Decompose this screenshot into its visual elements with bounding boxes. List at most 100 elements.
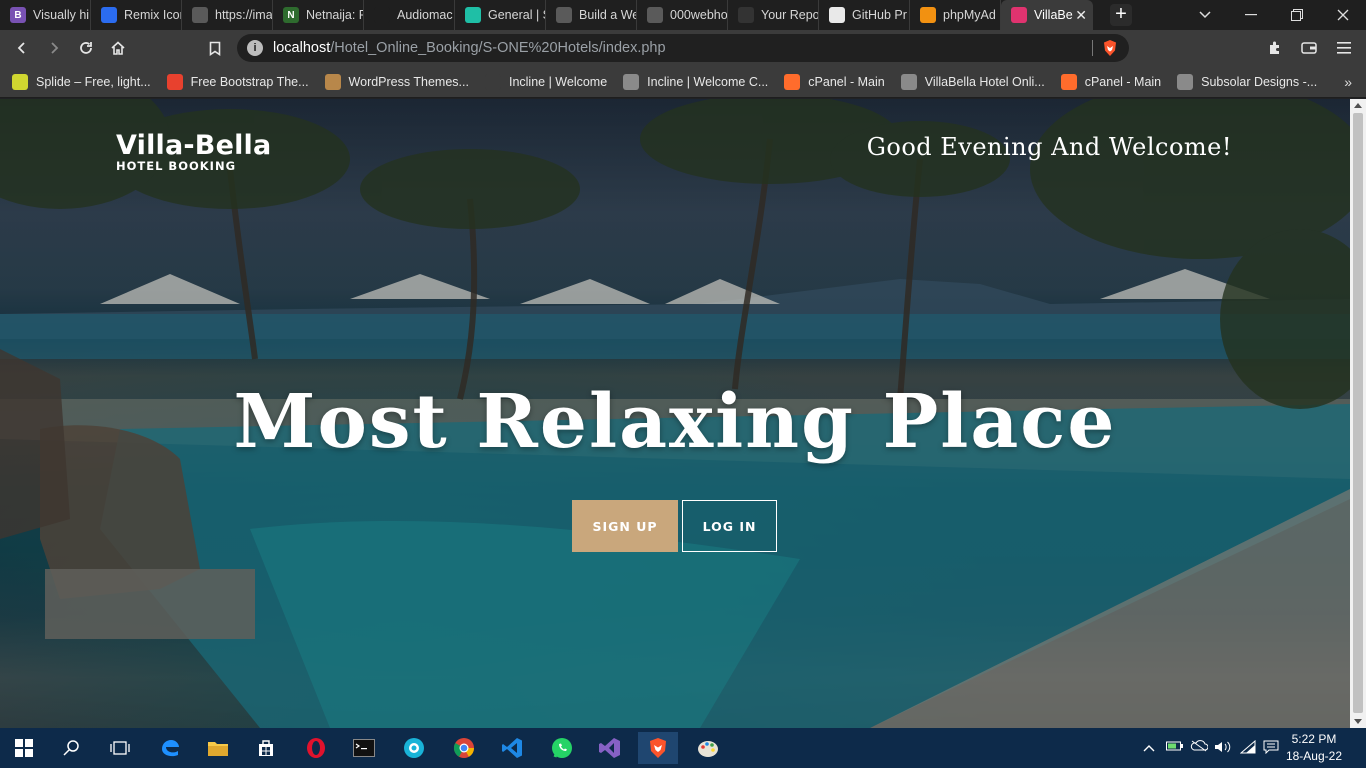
task-view-icon[interactable]: [100, 732, 140, 764]
bookmark-item[interactable]: Incline | Welcome C...: [623, 73, 769, 90]
browser-tab[interactable]: Build a We: [546, 0, 637, 30]
greeting-text: Good Evening And Welcome!: [866, 133, 1232, 161]
visual-studio-icon[interactable]: [590, 732, 630, 764]
splide-icon: [12, 73, 28, 90]
brave-shields-icon[interactable]: [1101, 39, 1119, 57]
villabella-icon: [1011, 7, 1027, 23]
sign-up-button[interactable]: SIGN UP: [572, 500, 678, 552]
browser-tab[interactable]: GitHub Pr: [819, 0, 910, 30]
omnibox-divider: [1092, 40, 1093, 56]
cpanel-icon: [1060, 73, 1077, 90]
bookmark-item[interactable]: Splide – Free, light...: [12, 73, 151, 90]
store-icon[interactable]: [246, 732, 286, 764]
browser-tab[interactable]: VillaBe ✕: [1001, 0, 1093, 30]
address-host: localhost: [273, 40, 331, 56]
wifi-icon[interactable]: [1239, 739, 1256, 757]
forward-icon[interactable]: [42, 36, 66, 60]
scrollbar-thumb[interactable]: [1353, 113, 1363, 713]
browser-tab[interactable]: N Netnaija: F: [273, 0, 364, 30]
brave-icon[interactable]: [638, 732, 678, 764]
search-icon[interactable]: [52, 732, 92, 764]
tab-label: Netnaija: F: [306, 8, 363, 22]
bookmark-item[interactable]: cPanel - Main: [1060, 73, 1161, 90]
globe-icon: [900, 73, 917, 90]
close-tab-icon[interactable]: ✕: [1075, 7, 1087, 24]
action-center-icon[interactable]: [1263, 740, 1279, 757]
bookmark-item[interactable]: cPanel - Main: [784, 73, 885, 90]
tab-label: 000webho: [670, 8, 727, 22]
show-hidden-icons-icon[interactable]: [1143, 740, 1155, 755]
restore-button[interactable]: [1274, 0, 1320, 30]
remix-icon: [101, 7, 117, 23]
bookmark-label: cPanel - Main: [808, 74, 885, 89]
globe-icon: [556, 7, 572, 23]
menu-icon[interactable]: [1332, 36, 1356, 60]
home-icon[interactable]: [106, 36, 130, 60]
bookmark-icon[interactable]: [203, 36, 227, 60]
tab-label: Your Repo: [761, 8, 818, 22]
wallet-icon[interactable]: [1297, 36, 1321, 60]
terminal-icon[interactable]: [344, 732, 384, 764]
onedrive-icon[interactable]: [1190, 740, 1209, 755]
close-window-button[interactable]: [1320, 0, 1366, 30]
bookmark-item[interactable]: Free Bootstrap The...: [166, 73, 309, 90]
page-scrollbar[interactable]: [1350, 99, 1366, 728]
browser-tab[interactable]: B Visually hi: [0, 0, 91, 30]
bookmark-item[interactable]: Incline | Welcome: [484, 73, 607, 90]
ninja-icon[interactable]: [394, 732, 434, 764]
github-icon: [738, 7, 754, 23]
back-icon[interactable]: [10, 36, 34, 60]
site-info-icon[interactable]: i: [247, 40, 263, 56]
globe-icon: [1177, 73, 1194, 90]
volume-icon[interactable]: [1214, 740, 1232, 757]
tab-search-icon[interactable]: [1182, 0, 1228, 30]
tab-label: Audiomac: [397, 8, 453, 22]
paint-icon[interactable]: [688, 732, 728, 764]
globe-icon: [192, 7, 208, 23]
audiomack-icon: [374, 7, 390, 23]
address-bar[interactable]: i localhost /Hotel_Online_Booking/S-ONE%…: [237, 34, 1129, 62]
browser-toolbar: i localhost /Hotel_Online_Booking/S-ONE%…: [0, 30, 1366, 66]
tabs: B Visually hi Remix Icon https://ima N Netnai…: [0, 0, 1093, 30]
start-icon[interactable]: [4, 732, 44, 764]
incline-icon: [484, 73, 501, 90]
browser-tab[interactable]: Your Repo: [728, 0, 819, 30]
bookmark-label: Incline | Welcome C...: [647, 74, 769, 89]
bookmarks-overflow-button[interactable]: »: [1344, 74, 1352, 90]
reload-icon[interactable]: [74, 36, 98, 60]
globe-icon: [623, 73, 640, 90]
clock-date: 18-Aug-22: [1285, 749, 1342, 763]
chrome-icon[interactable]: [444, 732, 484, 764]
browser-tab[interactable]: General | S: [455, 0, 546, 30]
bookmark-label: WordPress Themes...: [348, 74, 469, 89]
browser-tab[interactable]: Remix Icon: [91, 0, 182, 30]
netnaija-icon: N: [283, 7, 299, 23]
extensions-icon[interactable]: [1263, 36, 1287, 60]
bookmark-label: VillaBella Hotel Onli...: [924, 74, 1045, 89]
brand-subtitle: HOTEL BOOKING: [116, 159, 237, 173]
site-logo[interactable]: Villa-Bella HOTEL BOOKING: [116, 130, 271, 173]
scroll-down-icon[interactable]: [1354, 719, 1362, 724]
tab-label: Remix Icon: [124, 8, 181, 22]
log-in-button[interactable]: LOG IN: [682, 500, 777, 552]
bookmark-item[interactable]: Subsolar Designs -...: [1177, 73, 1317, 90]
browser-tab[interactable]: Audiomac: [364, 0, 455, 30]
bookmark-item[interactable]: WordPress Themes...: [324, 73, 469, 90]
opera-icon[interactable]: [296, 732, 336, 764]
battery-icon[interactable]: [1166, 740, 1184, 755]
minimize-button[interactable]: [1228, 0, 1274, 30]
browser-tab[interactable]: 000webho: [637, 0, 728, 30]
bookmark-item[interactable]: VillaBella Hotel Onli...: [900, 73, 1045, 90]
whatsapp-icon[interactable]: [542, 732, 582, 764]
vscode-icon[interactable]: [492, 732, 532, 764]
hero-section: Villa-Bella HOTEL BOOKING Good Evening A…: [0, 99, 1350, 728]
new-tab-button[interactable]: +: [1110, 4, 1132, 26]
browser-tab[interactable]: https://ima: [182, 0, 273, 30]
browser-tab[interactable]: phpMyAd: [910, 0, 1001, 30]
edge-icon[interactable]: [150, 732, 190, 764]
scroll-up-icon[interactable]: [1354, 103, 1362, 108]
diamond-icon: [465, 7, 481, 23]
file-explorer-icon[interactable]: [198, 732, 238, 764]
cpanel-icon: [784, 73, 801, 90]
system-clock[interactable]: 5:22 PM 18-Aug-22: [1286, 731, 1342, 765]
